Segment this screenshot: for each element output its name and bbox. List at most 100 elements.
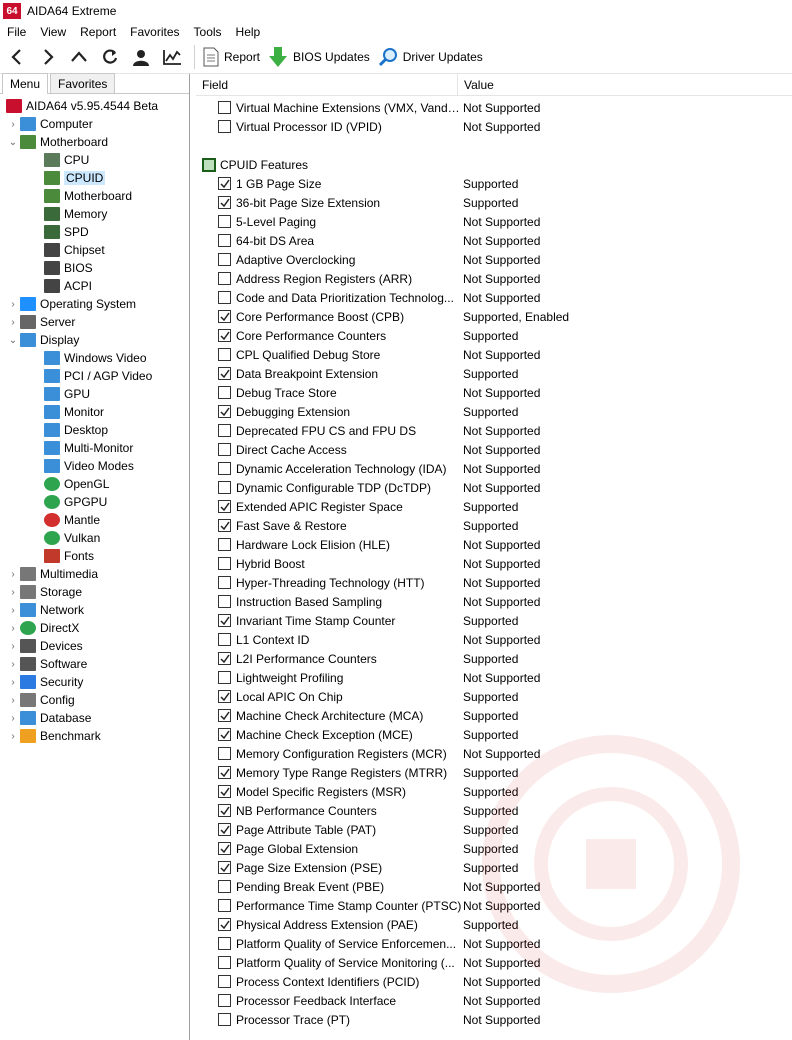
tree-item[interactable]: Mantle xyxy=(44,511,100,529)
tree-item[interactable]: › Software xyxy=(6,655,87,673)
feature-row[interactable]: Instruction Based Sampling Not Supported xyxy=(196,592,792,611)
tab-favorites[interactable]: Favorites xyxy=(50,73,116,93)
feature-row[interactable]: Hybrid Boost Not Supported xyxy=(196,554,792,573)
menu-favorites[interactable]: Favorites xyxy=(123,25,186,39)
feature-row[interactable]: 1 GB Page Size Supported xyxy=(196,174,792,193)
feature-row[interactable]: Address Region Registers (ARR) Not Suppor… xyxy=(196,269,792,288)
feature-row[interactable]: Page Size Extension (PSE) Supported xyxy=(196,858,792,877)
expander-icon[interactable]: › xyxy=(6,659,20,670)
feature-row[interactable]: Adaptive Overclocking Not Supported xyxy=(196,250,792,269)
tree-item[interactable]: CPU xyxy=(44,151,89,169)
tree-item[interactable]: › Config xyxy=(6,691,75,709)
feature-row[interactable]: Dynamic Configurable TDP (DcTDP) Not Supp… xyxy=(196,478,792,497)
driver-updates-button[interactable]: Driver Updates xyxy=(376,43,489,71)
feature-row[interactable]: CPL Qualified Debug Store Not Supported xyxy=(196,345,792,364)
tree-item[interactable]: ACPI xyxy=(44,277,92,295)
expander-icon[interactable]: ⌄ xyxy=(6,137,20,148)
expander-icon[interactable]: › xyxy=(6,623,20,634)
feature-row[interactable]: Lightweight Profiling Not Supported xyxy=(196,668,792,687)
tree-item[interactable]: BIOS xyxy=(44,259,93,277)
tree-item[interactable]: Video Modes xyxy=(44,457,134,475)
feature-row[interactable]: Extended APIC Register Space Supported xyxy=(196,497,792,516)
chart-button[interactable] xyxy=(158,43,186,71)
tree-item[interactable]: Multi-Monitor xyxy=(44,439,133,457)
tree-item[interactable]: › Database xyxy=(6,709,91,727)
tree-item[interactable]: › Server xyxy=(6,313,75,331)
expander-icon[interactable]: › xyxy=(6,317,20,328)
expander-icon[interactable]: › xyxy=(6,713,20,724)
report-button[interactable]: Report xyxy=(201,43,266,71)
expander-icon[interactable]: › xyxy=(6,605,20,616)
feature-row[interactable]: L1 Context ID Not Supported xyxy=(196,630,792,649)
expander-icon[interactable]: › xyxy=(6,641,20,652)
up-button[interactable] xyxy=(65,43,93,71)
feature-row[interactable]: 64-bit DS Area Not Supported xyxy=(196,231,792,250)
feature-row[interactable]: Page Global Extension Supported xyxy=(196,839,792,858)
tree-item[interactable]: Memory xyxy=(44,205,107,223)
tree-item[interactable]: Motherboard xyxy=(44,187,132,205)
tree-item[interactable]: Fonts xyxy=(44,547,94,565)
tree-item[interactable]: CPUID xyxy=(44,169,106,187)
tab-menu[interactable]: Menu xyxy=(2,73,49,94)
menu-tools[interactable]: Tools xyxy=(187,25,229,39)
feature-row[interactable]: Platform Quality of Service Monitoring (… xyxy=(196,953,792,972)
feature-row[interactable]: Physical Address Extension (PAE) Supporte… xyxy=(196,915,792,934)
feature-row[interactable]: Model Specific Registers (MSR) Supported xyxy=(196,782,792,801)
feature-row[interactable]: Process Context Identifiers (PCID) Not Su… xyxy=(196,972,792,991)
tree-item[interactable]: GPGPU xyxy=(44,493,107,511)
feature-row[interactable]: Debug Trace Store Not Supported xyxy=(196,383,792,402)
feature-row[interactable]: Dynamic Acceleration Technology (IDA) Not… xyxy=(196,459,792,478)
feature-row[interactable]: Debugging Extension Supported xyxy=(196,402,792,421)
back-button[interactable] xyxy=(3,43,31,71)
feature-row[interactable]: Pending Break Event (PBE) Not Supported xyxy=(196,877,792,896)
feature-row[interactable]: Hyper-Threading Technology (HTT) Not Supp… xyxy=(196,573,792,592)
feature-row[interactable]: Memory Type Range Registers (MTRR) Suppor… xyxy=(196,763,792,782)
column-field-header[interactable]: Field xyxy=(196,74,458,96)
bios-updates-button[interactable]: BIOS Updates xyxy=(266,43,376,71)
expander-icon[interactable]: › xyxy=(6,569,20,580)
tree-item[interactable]: › Computer xyxy=(6,115,93,133)
tree-item[interactable]: ⌄ Display xyxy=(6,331,79,349)
feature-row[interactable]: Processor Feedback Interface Not Supporte… xyxy=(196,991,792,1010)
feature-row[interactable]: Processor Trace (PT) Not Supported xyxy=(196,1010,792,1029)
expander-icon[interactable]: › xyxy=(6,695,20,706)
feature-row[interactable]: 5-Level Paging Not Supported xyxy=(196,212,792,231)
tree-item[interactable]: PCI / AGP Video xyxy=(44,367,152,385)
feature-row[interactable]: Virtual Machine Extensions (VMX, Vande..… xyxy=(196,98,792,117)
user-button[interactable] xyxy=(127,43,155,71)
expander-icon[interactable]: › xyxy=(6,677,20,688)
expander-icon[interactable]: › xyxy=(6,119,20,130)
tree-item[interactable]: Windows Video xyxy=(44,349,147,367)
feature-row[interactable]: Page Attribute Table (PAT) Supported xyxy=(196,820,792,839)
feature-row[interactable]: NB Performance Counters Supported xyxy=(196,801,792,820)
tree-item[interactable]: › Operating System xyxy=(6,295,136,313)
tree-item[interactable]: › Devices xyxy=(6,637,83,655)
tree-item[interactable]: SPD xyxy=(44,223,89,241)
feature-row[interactable]: Core Performance Boost (CPB) Supported, E… xyxy=(196,307,792,326)
feature-row[interactable]: Data Breakpoint Extension Supported xyxy=(196,364,792,383)
menu-file[interactable]: File xyxy=(0,25,33,39)
tree-item[interactable]: AIDA64 v5.95.4544 Beta xyxy=(6,97,158,115)
feature-row[interactable]: Hardware Lock Elision (HLE) Not Supported xyxy=(196,535,792,554)
tree-item[interactable]: › Security xyxy=(6,673,83,691)
tree-item[interactable]: › DirectX xyxy=(6,619,79,637)
tree-item[interactable]: OpenGL xyxy=(44,475,109,493)
expander-icon[interactable]: › xyxy=(6,587,20,598)
tree-item[interactable]: ⌄ Motherboard xyxy=(6,133,108,151)
expander-icon[interactable]: › xyxy=(6,299,20,310)
feature-row[interactable]: L2I Performance Counters Supported xyxy=(196,649,792,668)
expander-icon[interactable]: ⌄ xyxy=(6,335,20,346)
feature-row[interactable]: Direct Cache Access Not Supported xyxy=(196,440,792,459)
tree-item[interactable]: Desktop xyxy=(44,421,108,439)
tree-item[interactable]: › Network xyxy=(6,601,84,619)
feature-row[interactable]: Core Performance Counters Supported xyxy=(196,326,792,345)
column-value-header[interactable]: Value xyxy=(458,74,494,96)
forward-button[interactable] xyxy=(34,43,62,71)
feature-row[interactable]: Memory Configuration Registers (MCR) Not … xyxy=(196,744,792,763)
tree-item[interactable]: › Benchmark xyxy=(6,727,101,745)
feature-row[interactable]: Machine Check Architecture (MCA) Supporte… xyxy=(196,706,792,725)
feature-row[interactable]: Local APIC On Chip Supported xyxy=(196,687,792,706)
feature-row[interactable]: Machine Check Exception (MCE) Supported xyxy=(196,725,792,744)
tree-item[interactable]: › Multimedia xyxy=(6,565,98,583)
feature-row[interactable]: Code and Data Prioritization Technolog..… xyxy=(196,288,792,307)
